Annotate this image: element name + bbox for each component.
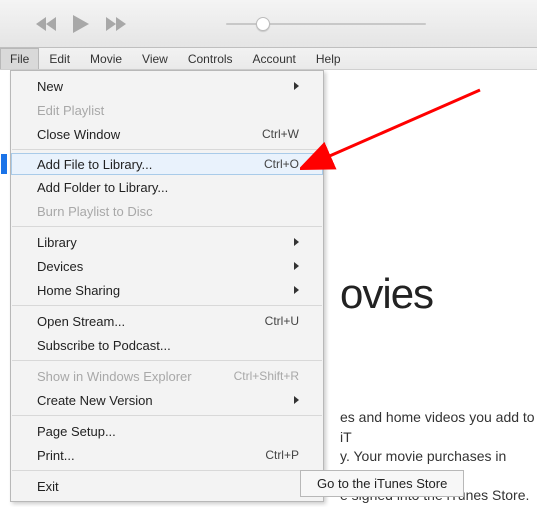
menu-controls[interactable]: Controls <box>178 48 243 69</box>
menu-account[interactable]: Account <box>243 48 306 69</box>
page-title: ovies <box>340 270 537 318</box>
go-to-store-button[interactable]: Go to the iTunes Store <box>300 470 464 497</box>
content-area: ovies es and home videos you add to iT y… <box>0 70 537 507</box>
menu-file[interactable]: File <box>0 48 39 69</box>
play-icon[interactable] <box>72 14 90 34</box>
menu-help[interactable]: Help <box>306 48 351 69</box>
menu-edit[interactable]: Edit <box>39 48 80 69</box>
next-icon[interactable] <box>104 16 126 32</box>
track-area <box>126 23 525 25</box>
menu-bar: FileEditMovieViewControlsAccountHelp <box>0 48 537 70</box>
playback-controls <box>36 14 126 34</box>
player-toolbar <box>0 0 537 48</box>
menu-movie[interactable]: Movie <box>80 48 132 69</box>
previous-icon[interactable] <box>36 16 58 32</box>
progress-slider[interactable] <box>226 23 426 25</box>
progress-thumb[interactable] <box>256 17 270 31</box>
menu-view[interactable]: View <box>132 48 178 69</box>
